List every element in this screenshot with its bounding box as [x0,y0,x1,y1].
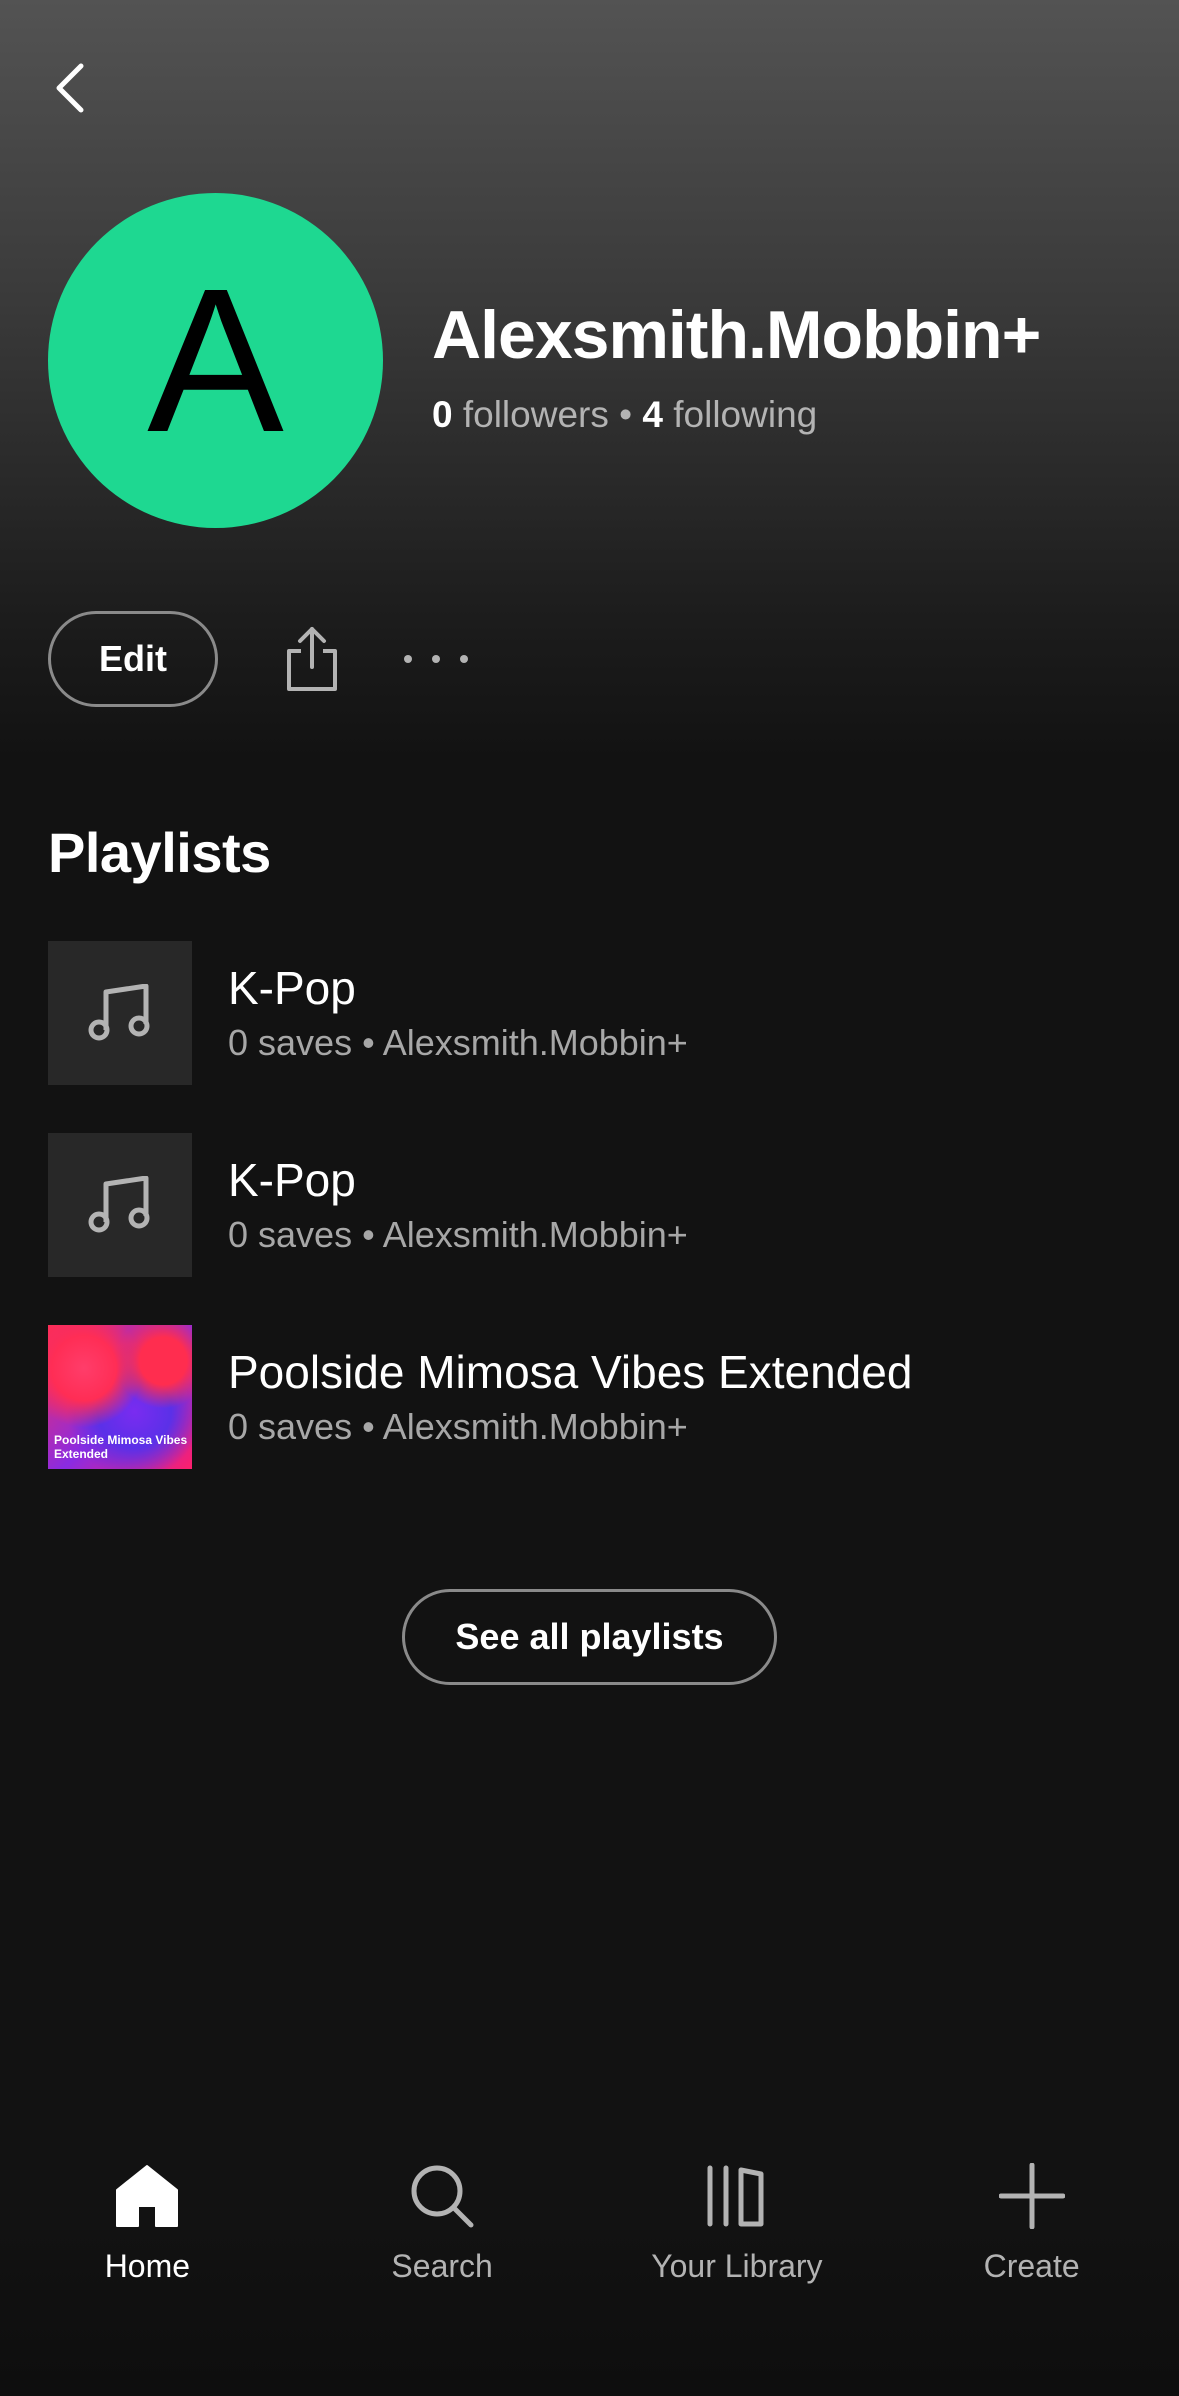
home-icon [116,2165,179,2227]
music-note-icon [88,1176,150,1233]
playlist-item[interactable]: K-Pop 0 saves • Alexsmith.Mobbin+ [48,1133,1148,1277]
following-label[interactable]: following [673,394,817,435]
nav-search[interactable]: Search [295,2096,590,2396]
followers-count: 0 [432,394,453,435]
cover-art-text: Poolside Mimosa Vibes Extended [54,1433,188,1461]
followers-label[interactable]: followers [463,394,609,435]
more-options-button[interactable] [404,629,468,689]
share-icon [287,626,337,691]
follow-stats: 0 followers • 4 following [432,394,817,436]
avatar[interactable]: A [48,193,383,528]
more-dot [432,654,440,663]
nav-label: Your Library [651,2248,823,2284]
profile-actions: Edit [48,610,468,707]
playlist-title: K-Pop [228,962,356,1014]
nav-label: Home [104,2248,191,2284]
nav-your-library[interactable]: Your Library [590,2096,885,2396]
nav-home[interactable]: Home [0,2096,295,2396]
search-icon [411,2165,474,2228]
library-icon [707,2165,764,2227]
playlist-subtitle: 0 saves • Alexsmith.Mobbin+ [228,1214,688,1255]
edit-button[interactable]: Edit [48,610,218,707]
playlist-title: K-Pop [228,1154,356,1206]
playlist-item[interactable]: Poolside Mimosa Vibes Extended Poolside … [48,1325,1148,1469]
back-button[interactable] [40,52,100,124]
see-all-playlists-button[interactable]: See all playlists [402,1589,777,1685]
profile-page: A Alexsmith.Mobbin+ 0 followers • 4 foll… [0,0,1179,2396]
music-note-icon [88,984,150,1041]
profile-name: Alexsmith.Mobbin+ [432,297,1041,373]
playlist-cover-art: Poolside Mimosa Vibes Extended [48,1325,192,1469]
more-horizontal-icon [404,654,412,663]
bottom-navigation: Home Search Your Library Create [0,2096,1179,2396]
nav-label: Search [391,2248,493,2284]
nav-create[interactable]: Create [884,2096,1179,2396]
playlist-title: Poolside Mimosa Vibes Extended [228,1346,913,1398]
playlist-subtitle: 0 saves • Alexsmith.Mobbin+ [228,1022,688,1063]
more-dot [460,654,468,663]
stats-separator: • [619,394,633,435]
playlist-subtitle: 0 saves • Alexsmith.Mobbin+ [228,1406,688,1447]
playlist-thumbnail [48,941,192,1085]
following-count: 4 [642,394,663,435]
nav-label: Create [983,2248,1080,2284]
share-button[interactable] [282,619,342,699]
chevron-left-icon [56,63,84,113]
playlists-heading: Playlists [48,821,271,884]
playlist-list: K-Pop 0 saves • Alexsmith.Mobbin+ K-Pop … [48,941,1148,1469]
plus-icon [998,2163,1065,2229]
avatar-letter: A [147,246,284,475]
playlist-thumbnail [48,1133,192,1277]
playlist-item[interactable]: K-Pop 0 saves • Alexsmith.Mobbin+ [48,941,1148,1085]
